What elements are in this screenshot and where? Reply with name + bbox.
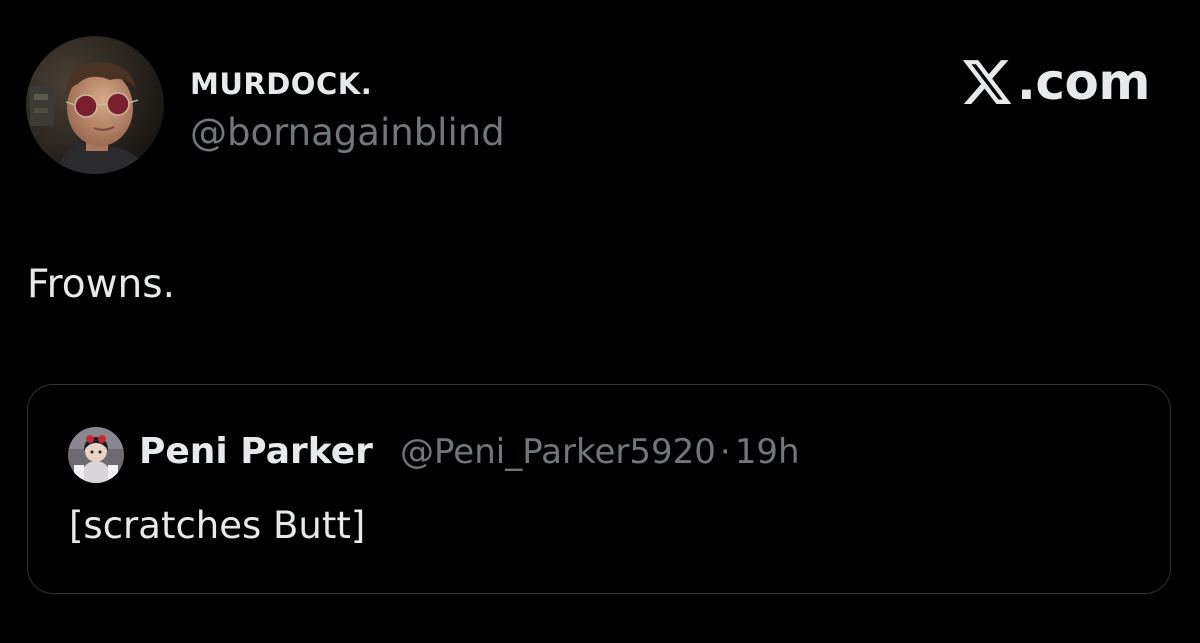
tweet-text: Frowns. xyxy=(27,262,175,307)
quoted-tweet-text: [scratches Butt] xyxy=(69,504,366,547)
author-handle[interactable]: @bornagainblind xyxy=(190,111,505,154)
quoted-author-avatar[interactable] xyxy=(68,427,124,483)
quoted-tweet-card[interactable]: Peni Parker @Peni_Parker5920 · 19h [scratc… xyxy=(27,384,1171,594)
meta-separator: · xyxy=(719,432,731,472)
author-avatar[interactable] xyxy=(26,36,164,174)
author-display-name[interactable]: MURDOCK. xyxy=(190,67,372,101)
quoted-author-display-name[interactable]: Peni Parker xyxy=(139,431,373,472)
x-logo-icon xyxy=(962,60,1012,104)
anime-avatar-icon xyxy=(68,427,124,483)
quoted-tweet-meta: @Peni_Parker5920 · 19h xyxy=(400,432,800,472)
profile-photo-icon xyxy=(26,36,164,174)
quoted-tweet-timestamp[interactable]: 19h xyxy=(735,432,800,472)
quoted-author-handle[interactable]: @Peni_Parker5920 xyxy=(400,432,716,472)
x-com-brand: .com xyxy=(959,53,1151,111)
brand-domain-suffix: .com xyxy=(1016,53,1151,111)
